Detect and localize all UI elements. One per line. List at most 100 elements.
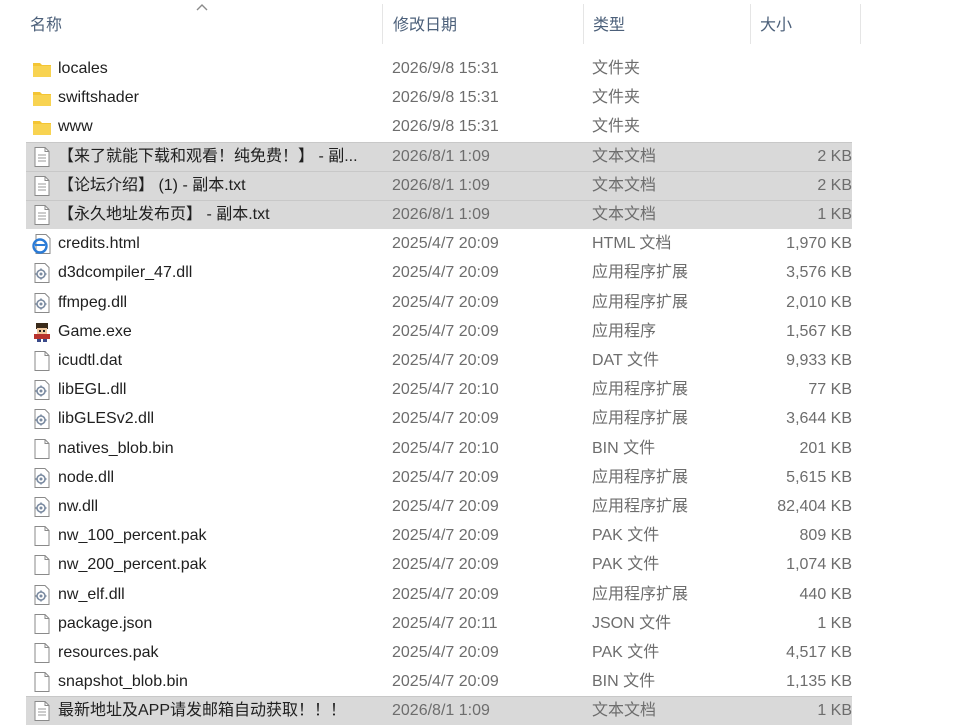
- blank-file-icon: [31, 525, 53, 547]
- file-name: icudtl.dat: [58, 352, 123, 369]
- file-row[interactable]: nw_200_percent.pak 2025/4/7 20:09 PAK 文件…: [0, 550, 960, 579]
- game-exe-icon: [31, 321, 53, 343]
- file-type: 应用程序扩展: [592, 264, 689, 282]
- file-date-modified: 2025/4/7 20:09: [392, 322, 499, 340]
- file-row[interactable]: credits.html 2025/4/7 20:09 HTML 文档 1,97…: [0, 229, 960, 258]
- column-header-type[interactable]: 类型: [585, 0, 750, 46]
- file-name: 【论坛介绍】 (1) - 副本.txt: [58, 176, 246, 194]
- file-date-modified: 2026/9/8 15:31: [392, 118, 499, 136]
- file-row[interactable]: locales 2026/9/8 15:31 文件夹: [0, 54, 960, 83]
- file-date-modified: 2025/4/7 20:09: [392, 264, 499, 282]
- file-row[interactable]: resources.pak 2025/4/7 20:09 PAK 文件 4,51…: [0, 638, 960, 667]
- file-name: resources.pak: [58, 644, 159, 661]
- file-name: 【永久地址发布页】 - 副本.txt: [58, 206, 270, 223]
- file-size: 1,135 KB: [786, 673, 852, 691]
- file-date-modified: 2026/8/1 1:09: [392, 206, 490, 223]
- file-date-modified: 2026/9/8 15:31: [392, 60, 499, 77]
- file-type: 应用程序: [592, 322, 657, 340]
- dll-file-icon: [31, 496, 53, 518]
- file-name: 【来了就能下载和观看！纯免费！】 - 副...: [58, 147, 358, 165]
- file-type: 文件夹: [592, 89, 641, 107]
- file-date-modified: 2025/4/7 20:09: [392, 527, 499, 545]
- file-row[interactable]: 【论坛介绍】 (1) - 副本.txt 2026/8/1 1:09 文本文档 2…: [0, 170, 960, 200]
- file-size: [750, 83, 852, 112]
- blank-file-icon: [31, 350, 53, 372]
- column-divider[interactable]: [583, 4, 584, 44]
- file-type: HTML 文档: [592, 235, 672, 253]
- file-date-modified: 2025/4/7 20:09: [392, 235, 499, 253]
- text-file-icon: [31, 146, 53, 168]
- file-name: package.json: [58, 614, 153, 632]
- file-row[interactable]: nw_elf.dll 2025/4/7 20:09 应用程序扩展 440 KB: [0, 580, 960, 609]
- file-name: snapshot_blob.bin: [58, 673, 188, 691]
- file-type: PAK 文件: [592, 644, 660, 661]
- dll-file-icon: [31, 379, 53, 401]
- file-type: PAK 文件: [592, 527, 660, 545]
- blank-file-icon: [31, 613, 53, 635]
- column-divider[interactable]: [382, 4, 383, 44]
- column-header-type-label: 类型: [593, 17, 626, 34]
- file-row[interactable]: snapshot_blob.bin 2025/4/7 20:09 BIN 文件 …: [0, 667, 960, 696]
- file-size: 3,576 KB: [786, 264, 852, 282]
- dll-file-icon: [31, 584, 53, 606]
- dll-file-icon: [31, 408, 53, 430]
- column-header-date[interactable]: 修改日期: [385, 0, 583, 46]
- file-row[interactable]: libEGL.dll 2025/4/7 20:10 应用程序扩展 77 KB: [0, 375, 960, 404]
- file-size: 1,970 KB: [786, 235, 852, 253]
- file-type: 文本文档: [592, 206, 657, 223]
- file-date-modified: 2025/4/7 20:09: [392, 293, 499, 311]
- file-type: 应用程序扩展: [592, 410, 689, 428]
- file-row[interactable]: node.dll 2025/4/7 20:09 应用程序扩展 5,615 KB: [0, 463, 960, 492]
- file-row[interactable]: d3dcompiler_47.dll 2025/4/7 20:09 应用程序扩展…: [0, 258, 960, 287]
- file-row[interactable]: 最新地址及APP请发邮箱自动获取！！！ 2026/8/1 1:09 文本文档 1…: [0, 696, 960, 726]
- file-type: 文件夹: [592, 60, 641, 77]
- file-row[interactable]: Game.exe 2025/4/7 20:09 应用程序 1,567 KB: [0, 317, 960, 346]
- file-type: DAT 文件: [592, 352, 659, 369]
- file-name: ffmpeg.dll: [58, 293, 128, 311]
- file-type: PAK 文件: [592, 556, 660, 574]
- file-size: 440 KB: [799, 585, 852, 603]
- file-row[interactable]: libGLESv2.dll 2025/4/7 20:09 应用程序扩展 3,64…: [0, 404, 960, 433]
- file-name: d3dcompiler_47.dll: [58, 264, 193, 282]
- text-file-icon: [31, 204, 53, 226]
- file-row[interactable]: www 2026/9/8 15:31 文件夹: [0, 112, 960, 141]
- blank-file-icon: [31, 438, 53, 460]
- column-header-size-label: 大小: [760, 17, 793, 34]
- file-date-modified: 2026/8/1 1:09: [392, 176, 490, 194]
- file-name: nw_elf.dll: [58, 585, 125, 603]
- file-size: 2 KB: [817, 176, 852, 194]
- file-name: nw_100_percent.pak: [58, 527, 207, 545]
- file-date-modified: 2025/4/7 20:09: [392, 673, 499, 691]
- file-date-modified: 2025/4/7 20:09: [392, 556, 499, 574]
- dll-file-icon: [31, 262, 53, 284]
- file-name: locales: [58, 60, 108, 77]
- file-type: 文件夹: [592, 118, 641, 136]
- file-name: libEGL.dll: [58, 381, 127, 399]
- column-header-name-label: 名称: [30, 17, 63, 34]
- file-row[interactable]: 【永久地址发布页】 - 副本.txt 2026/8/1 1:09 文本文档 1 …: [0, 200, 960, 229]
- file-date-modified: 2026/8/1 1:09: [392, 147, 490, 165]
- file-row[interactable]: swiftshader 2026/9/8 15:31 文件夹: [0, 83, 960, 112]
- file-name: node.dll: [58, 468, 115, 486]
- column-header-name[interactable]: 名称: [22, 0, 382, 46]
- file-row[interactable]: nw.dll 2025/4/7 20:09 应用程序扩展 82,404 KB: [0, 492, 960, 521]
- file-type: JSON 文件: [592, 614, 672, 632]
- column-divider[interactable]: [750, 4, 751, 44]
- column-header-date-label: 修改日期: [393, 17, 458, 34]
- file-row[interactable]: package.json 2025/4/7 20:11 JSON 文件 1 KB: [0, 609, 960, 638]
- column-header-size[interactable]: 大小: [752, 0, 860, 46]
- file-size: 809 KB: [799, 527, 852, 545]
- file-row[interactable]: natives_blob.bin 2025/4/7 20:10 BIN 文件 2…: [0, 434, 960, 463]
- html-file-icon: [31, 233, 53, 255]
- column-divider[interactable]: [860, 4, 861, 44]
- file-row[interactable]: nw_100_percent.pak 2025/4/7 20:09 PAK 文件…: [0, 521, 960, 550]
- file-date-modified: 2026/8/1 1:09: [392, 702, 490, 720]
- file-row[interactable]: icudtl.dat 2025/4/7 20:09 DAT 文件 9,933 K…: [0, 346, 960, 375]
- file-row[interactable]: 【来了就能下载和观看！纯免费！】 - 副... 2026/8/1 1:09 文本…: [0, 141, 960, 171]
- file-size: 1 KB: [817, 206, 852, 223]
- file-row[interactable]: ffmpeg.dll 2025/4/7 20:09 应用程序扩展 2,010 K…: [0, 288, 960, 317]
- text-file-icon: [31, 700, 53, 722]
- file-size: 1,074 KB: [786, 556, 852, 574]
- file-type: BIN 文件: [592, 439, 656, 457]
- file-type: BIN 文件: [592, 673, 656, 691]
